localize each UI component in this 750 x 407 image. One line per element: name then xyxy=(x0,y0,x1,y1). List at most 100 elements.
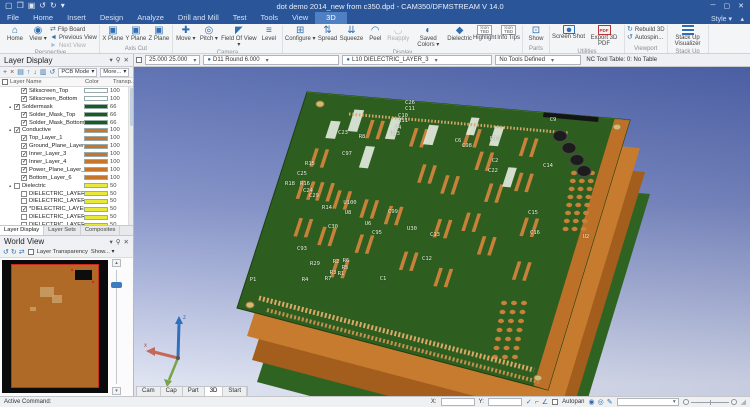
show-button[interactable]: ⊡Show xyxy=(525,25,547,42)
previous-view-button[interactable]: ◄Previous View xyxy=(50,34,97,41)
layer-color-swatch[interactable] xyxy=(84,191,108,196)
next-view-button[interactable]: ►Next View xyxy=(50,42,97,49)
redo-icon[interactable]: ↻ xyxy=(50,2,57,10)
layer-visibility-checkbox[interactable] xyxy=(21,88,27,94)
rotate-left-icon[interactable]: ↺ xyxy=(3,248,9,256)
layer-visibility-checkbox[interactable] xyxy=(21,222,27,225)
layer-color-swatch[interactable] xyxy=(84,159,108,164)
workspace-tab-start[interactable]: Start xyxy=(223,387,247,396)
layer-color-swatch[interactable] xyxy=(84,88,108,93)
info-tips-button[interactable]: Icon TBDInfo Tips xyxy=(497,25,520,41)
menu-tab-test[interactable]: Test xyxy=(226,12,254,24)
layer-color-swatch[interactable] xyxy=(84,207,108,212)
layer-visibility-checkbox[interactable] xyxy=(14,104,20,110)
menu-tab-tools[interactable]: Tools xyxy=(254,12,286,24)
layer-row-dielectric[interactable]: ▴Dielectric50 xyxy=(0,182,133,190)
worldview-menu-icon[interactable]: ▾ xyxy=(110,238,113,246)
reset-layers-icon[interactable]: ↺ xyxy=(49,69,55,76)
worldview-close-icon[interactable]: ✕ xyxy=(124,238,129,246)
layer-color-swatch[interactable] xyxy=(84,128,108,133)
panel-tab-composites[interactable]: Composites xyxy=(81,226,121,235)
layer-row-soldermask[interactable]: ▴Soldermask66 xyxy=(0,103,133,111)
workspace-tab-part[interactable]: Part xyxy=(183,387,205,396)
dielectric-button[interactable]: ◆Dielectric xyxy=(447,25,472,42)
layer-row-power-plane-layer-5[interactable]: Power_Plane_Layer_5100 xyxy=(0,166,133,174)
edit-mode-icon[interactable]: ✎ xyxy=(607,399,613,406)
column-layer-name[interactable]: Layer Name xyxy=(10,79,83,85)
layer-color-swatch[interactable] xyxy=(84,223,108,225)
column-transparency[interactable]: Transp... xyxy=(113,79,131,85)
select-all-checkbox[interactable] xyxy=(2,79,8,85)
highlight-button[interactable]: Icon TBDHighlight xyxy=(473,25,496,41)
rotate-right-icon[interactable]: ↻ xyxy=(11,248,17,256)
layer-color-swatch[interactable] xyxy=(84,120,108,125)
layer-row-dielectric-layer-3[interactable]: *DIELECTRIC_LAYER_350 xyxy=(0,205,133,213)
world-view-zoom-slider[interactable]: ▴ ▾ xyxy=(109,258,133,396)
menu-tab-design[interactable]: Design xyxy=(93,12,130,24)
export-3d-pdf-button[interactable]: PDFExport 3D PDF xyxy=(586,25,622,48)
layer-visibility-checkbox[interactable] xyxy=(21,175,27,181)
saved-colors-button[interactable]: ◐Saved Colors ▾ xyxy=(410,25,446,49)
layer-visibility-checkbox[interactable] xyxy=(21,120,27,126)
pcb-mode-select[interactable]: PCB Mode▾ xyxy=(58,68,97,77)
grid-select[interactable]: 25.000 25.000▾ xyxy=(145,55,200,65)
layer-color-swatch[interactable] xyxy=(84,183,108,188)
menu-tab-view[interactable]: View xyxy=(285,12,315,24)
viewport-3d[interactable]: x z y C26C11C10R11C4R13C23R8C9C6C98C97R1… xyxy=(134,67,750,396)
minimize-button[interactable]: ─ xyxy=(711,2,716,10)
menu-tab-3d[interactable]: 3D xyxy=(315,12,347,24)
workspace-tab-cam[interactable]: Cam xyxy=(137,387,161,396)
maximize-button[interactable]: ▢ xyxy=(724,2,731,10)
screen-shot-button[interactable]: Screen Shot xyxy=(552,25,585,40)
add-layer-icon[interactable]: + xyxy=(3,69,7,76)
pitch-button[interactable]: ◎Pitch ▾ xyxy=(198,25,220,42)
layer-visibility-checkbox[interactable] xyxy=(21,214,27,220)
open-file-icon[interactable]: ❒ xyxy=(17,2,24,10)
style-button[interactable]: Style ▾ xyxy=(711,15,732,23)
autospin-button[interactable]: ↺Autospin... xyxy=(627,34,665,41)
save-icon[interactable]: ▣ xyxy=(28,2,36,10)
z-plane-button[interactable]: ▣Z Plane xyxy=(148,25,170,42)
field-of-view-button[interactable]: ◤Field Of View ▾ xyxy=(221,25,257,49)
layer-row-dielectric-layer-2[interactable]: DIELECTRIC_LAYER_250 xyxy=(0,197,133,205)
layer-visibility-checkbox[interactable] xyxy=(14,127,20,133)
menu-tab-drill-and-mill[interactable]: Drill and Mill xyxy=(171,12,226,24)
panel-pin-icon[interactable]: ⚲ xyxy=(116,56,121,64)
layer-list-scrollbar[interactable] xyxy=(128,87,133,225)
layer-row-inner-layer-3[interactable]: Inner_Layer_3100 xyxy=(0,150,133,158)
layer-visibility-checkbox[interactable] xyxy=(21,96,27,102)
layer-select[interactable]: ●L10 DIELECTRIC_LAYER_3▾ xyxy=(342,55,492,65)
layer-row-dielectric-layer-1[interactable]: DIELECTRIC_LAYER_150 xyxy=(0,190,133,198)
swap-view-icon[interactable]: ⇄ xyxy=(19,248,25,256)
layer-visibility-checkbox[interactable] xyxy=(21,151,27,157)
status-select[interactable]: ▾ xyxy=(617,398,679,406)
layer-row-conductive[interactable]: ▴Conductive100 xyxy=(0,126,133,134)
layer-row-top-layer-1[interactable]: Top_Layer_1100 xyxy=(0,134,133,142)
home-button[interactable]: ⌂Home xyxy=(4,25,26,42)
delete-layer-icon[interactable]: × xyxy=(10,69,14,76)
snap-check-icon[interactable]: ✓ xyxy=(526,399,532,406)
layer-transparency-checkbox[interactable] xyxy=(28,249,34,255)
menu-tab-analyze[interactable]: Analyze xyxy=(130,12,171,24)
menu-tab-home[interactable]: Home xyxy=(26,12,60,24)
layer-color-swatch[interactable] xyxy=(84,96,108,101)
configure-button[interactable]: ⊞Configure ▾ xyxy=(285,25,316,42)
layer-visibility-checkbox[interactable] xyxy=(14,183,20,189)
layer-visibility-checkbox[interactable] xyxy=(21,167,27,173)
layer-visibility-checkbox[interactable] xyxy=(21,112,27,118)
zoom-in-icon[interactable] xyxy=(731,399,737,405)
grid-toggle-checkbox[interactable] xyxy=(136,57,142,63)
zoom-out-icon[interactable] xyxy=(683,399,689,405)
dcode-select[interactable]: ●D11 Round 6.000▾ xyxy=(203,55,339,65)
layer-row-silkscreen-top[interactable]: Silkscreen_Top100 xyxy=(0,87,133,95)
layer-color-swatch[interactable] xyxy=(84,104,108,109)
menu-tab-file[interactable]: File xyxy=(0,12,26,24)
paste-layer-icon[interactable]: ▥ xyxy=(40,69,47,76)
copy-layer-icon[interactable]: ▤ xyxy=(17,69,24,76)
layer-row-bottom-layer-6[interactable]: Bottom_Layer_6100 xyxy=(0,174,133,182)
panel-tab-layer-display[interactable]: Layer Display xyxy=(0,226,44,235)
layer-color-swatch[interactable] xyxy=(84,112,108,117)
layer-color-swatch[interactable] xyxy=(84,152,108,157)
layer-color-swatch[interactable] xyxy=(84,215,108,220)
reapply-button[interactable]: ◡Reapply xyxy=(387,25,409,42)
